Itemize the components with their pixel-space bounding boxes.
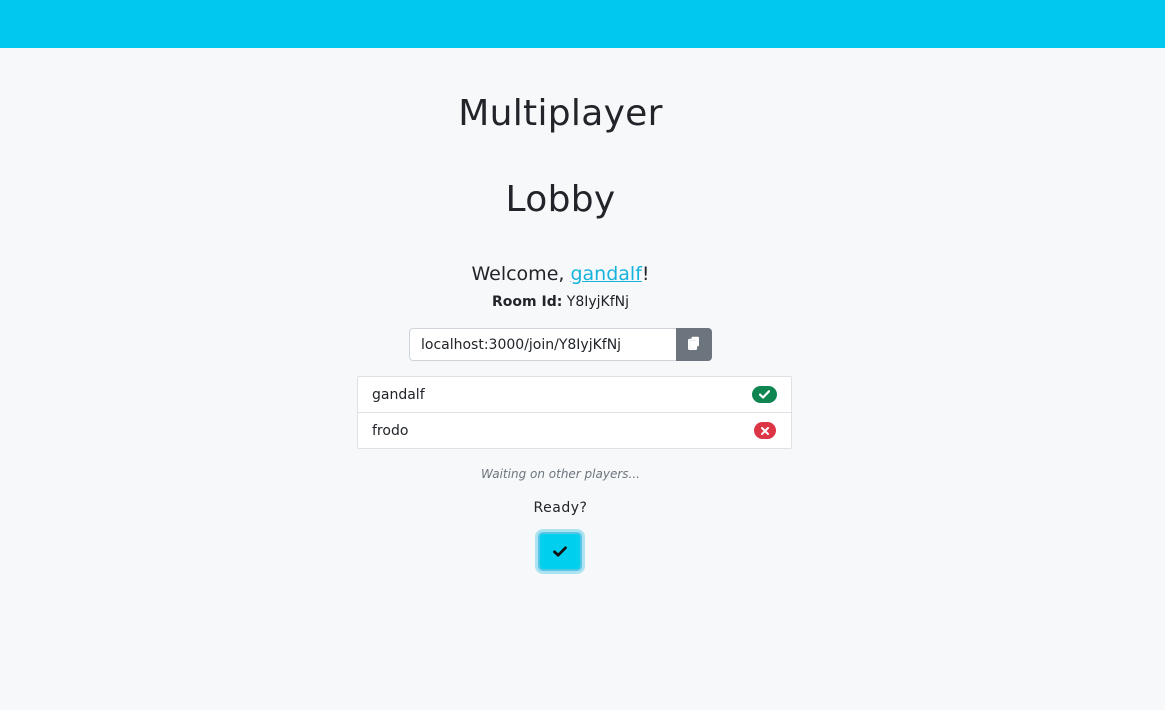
invite-link-input[interactable] [409,328,676,361]
waiting-status-text: Waiting on other players... [481,467,640,481]
page-subtitle: Lobby [505,179,616,220]
invite-link-group [409,328,712,361]
welcome-prefix: Welcome, [471,263,571,285]
player-row: gandalf [358,377,791,412]
not-ready-status-badge [754,422,776,439]
top-navbar [0,0,1165,48]
page-title: Multiplayer [458,93,663,134]
x-icon [761,426,769,435]
room-id-label: Room Id: [492,294,563,310]
welcome-suffix: ! [641,263,650,285]
room-id-value: Y8IyjKfNj [566,294,629,310]
player-name: frodo [372,422,409,439]
copy-icon [688,336,700,353]
ready-label: Ready? [533,500,588,516]
copy-link-button[interactable] [676,328,712,361]
ready-toggle-button[interactable] [538,532,582,571]
welcome-message: Welcome, gandalf! [0,262,1143,286]
check-icon [759,390,770,399]
room-id: Room Id: Y8IyjKfNj [0,292,1143,312]
username-link[interactable]: gandalf [570,263,641,285]
check-icon [553,546,567,557]
player-name: gandalf [372,386,425,403]
ready-status-badge [752,386,777,403]
player-row: frodo [358,412,791,448]
player-list: gandalf frodo [357,376,792,449]
